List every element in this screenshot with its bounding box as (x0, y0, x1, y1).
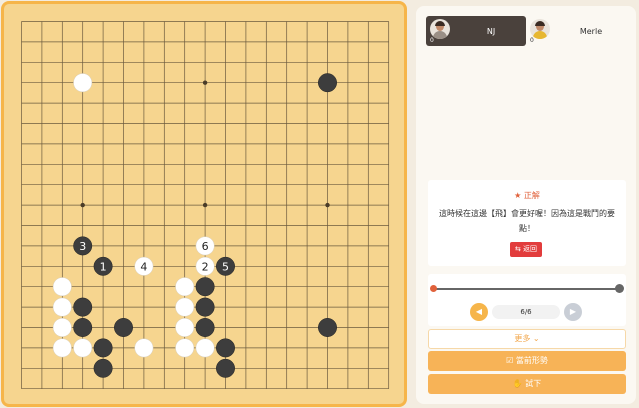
black-stone (73, 318, 93, 337)
player-white-score: 0 (530, 37, 534, 44)
next-icon: ▶ (569, 307, 577, 316)
try-move-button[interactable]: ✋ 試下 (428, 374, 626, 394)
move-navigator: ◀ 6/6 ▶ (428, 274, 626, 326)
white-stone (195, 338, 215, 358)
move-number-label: 2 (202, 260, 209, 273)
black-stone (216, 338, 235, 358)
black-stone (318, 318, 337, 337)
more-button[interactable]: 更多 ⌄ (428, 329, 626, 349)
black-stone (93, 338, 113, 358)
move-number-label: 4 (140, 260, 147, 273)
black-stone (93, 358, 113, 378)
player-black: 0 NJ (426, 16, 526, 46)
current-situation-button[interactable]: ☑ 當前形勢 (428, 351, 626, 371)
black-stone (195, 277, 215, 297)
prev-icon: ◀ (475, 307, 483, 316)
white-stone (175, 297, 195, 317)
white-stone (175, 338, 195, 358)
white-stone (52, 318, 72, 337)
side-panel: 0 NJ 0 Merle ★ 正解 這時候在這邊【飛】會更好喔！因為這是戰鬥的要… (416, 6, 636, 404)
white-stone (52, 277, 72, 297)
avatar-white (530, 19, 550, 39)
hint-text: 這時候在這邊【飛】會更好喔！因為這是戰鬥的要點！ (439, 209, 615, 233)
player-black-score: 0 (430, 37, 434, 44)
star-point (202, 202, 208, 208)
go-board[interactable]: 3 6 1 4 25 (1, 1, 407, 407)
black-stone (216, 358, 235, 378)
black-stone (318, 73, 337, 93)
move-slider-start (430, 285, 437, 292)
back-button[interactable]: ⇆ 返回 (510, 242, 542, 257)
board-grid[interactable]: 3 6 1 4 2 5 (4, 4, 404, 404)
star-point (80, 202, 85, 208)
move-number-label: 5 (222, 260, 229, 273)
black-stone (195, 318, 215, 337)
white-stone (73, 338, 93, 358)
black-stone (73, 297, 93, 317)
move-counter: 6/6 (492, 305, 560, 319)
star-point (325, 202, 330, 208)
white-stone (134, 338, 154, 358)
white-stone (175, 318, 195, 337)
move-number-label: 1 (100, 260, 107, 273)
players-bar: 0 NJ 0 Merle (426, 16, 626, 46)
player-white-name: Merle (579, 26, 603, 36)
star-point (202, 80, 208, 85)
white-stone (52, 338, 72, 358)
move-number-label: 3 (79, 240, 86, 253)
move-slider-track[interactable] (433, 288, 619, 290)
black-stone (195, 297, 215, 317)
app-root: 3 6 1 4 25 0 NJ 0 Merle ★ 正解 這時候在這邊【飛】會更好喔！因… (0, 0, 639, 408)
hint-title: ★ 正解 (514, 191, 540, 200)
player-white: 0 Merle (526, 16, 626, 46)
next-move-button[interactable]: ▶ (564, 303, 582, 321)
prev-move-button[interactable]: ◀ (470, 303, 488, 321)
player-black-name: NJ (486, 26, 496, 36)
black-stone (114, 318, 133, 337)
move-number-label: 6 (202, 240, 209, 253)
white-stone (73, 73, 93, 93)
move-slider-knob[interactable] (614, 284, 624, 293)
avatar-black (430, 19, 450, 39)
hint-box: ★ 正解 這時候在這邊【飛】會更好喔！因為這是戰鬥的要點！ ⇆ 返回 (428, 180, 626, 266)
white-stone (175, 277, 195, 297)
white-stone (52, 297, 72, 317)
